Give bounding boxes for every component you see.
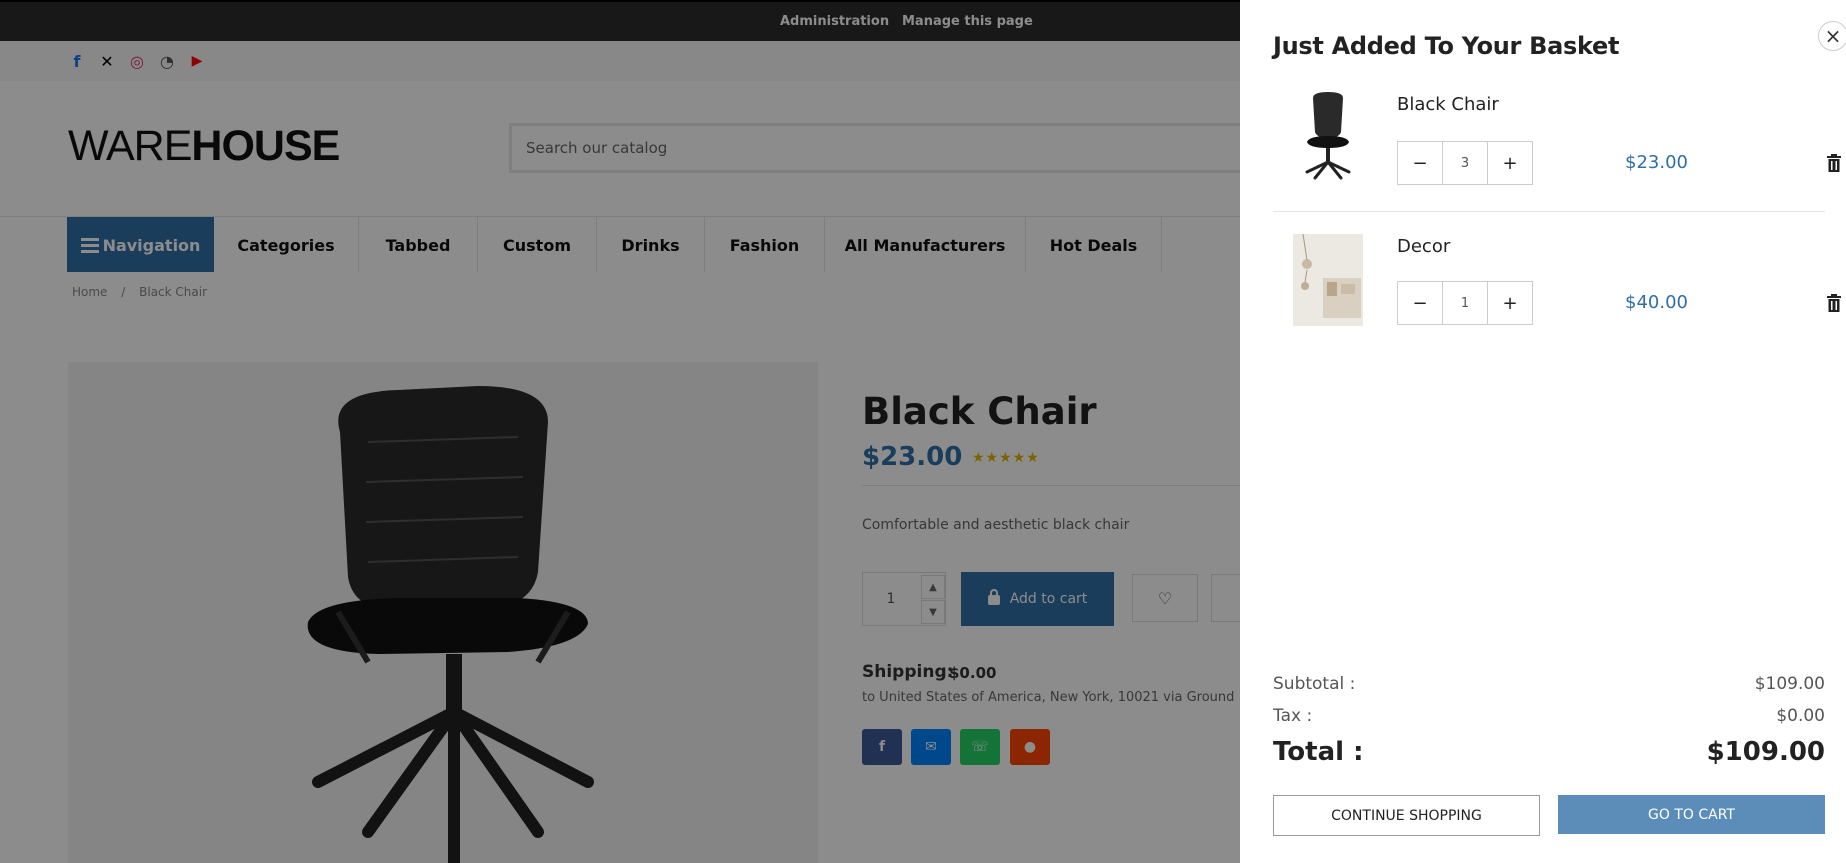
- subtotal-label: Subtotal :: [1273, 674, 1356, 694]
- basket-item: Black Chair − 3 + $23.00: [1273, 90, 1841, 212]
- chair-thumb-icon: [1305, 92, 1351, 180]
- close-icon[interactable]: ×: [1818, 21, 1846, 51]
- decor-thumb-icon: [1293, 233, 1363, 326]
- trash-svg: [1827, 294, 1841, 312]
- total-value: $109.00: [1706, 737, 1825, 767]
- basket-title: Just Added To Your Basket: [1273, 32, 1620, 60]
- quantity-stepper[interactable]: − 1 +: [1397, 281, 1533, 325]
- tax-label: Tax :: [1273, 706, 1313, 726]
- basket-item-image[interactable]: [1293, 90, 1363, 182]
- basket-item-price: $23.00: [1625, 152, 1688, 173]
- basket-item: Decor − 1 + $40.00: [1273, 230, 1841, 340]
- trash-svg: [1827, 154, 1841, 172]
- go-to-cart-button[interactable]: GO TO CART: [1558, 795, 1825, 834]
- basket-item-price: $40.00: [1625, 292, 1688, 313]
- basket-panel: Just Added To Your Basket × Black Chair …: [1240, 0, 1846, 863]
- increase-button[interactable]: +: [1487, 282, 1532, 324]
- quantity-stepper[interactable]: − 3 +: [1397, 141, 1533, 185]
- continue-shopping-button[interactable]: CONTINUE SHOPPING: [1273, 795, 1540, 836]
- total-row: Total : $109.00: [1273, 737, 1825, 767]
- trash-icon[interactable]: [1826, 294, 1842, 312]
- quantity-value[interactable]: 1: [1443, 282, 1487, 324]
- basket-item-name: Decor: [1397, 236, 1451, 257]
- tax-value: $0.00: [1776, 706, 1825, 726]
- increase-button[interactable]: +: [1487, 142, 1532, 184]
- subtotal-row: Subtotal : $109.00: [1273, 674, 1825, 694]
- tax-row: Tax : $0.00: [1273, 706, 1825, 726]
- decrease-button[interactable]: −: [1398, 282, 1443, 324]
- total-label: Total :: [1273, 737, 1364, 767]
- trash-icon[interactable]: [1826, 154, 1842, 172]
- quantity-value[interactable]: 3: [1443, 142, 1487, 184]
- basket-item-name: Black Chair: [1397, 94, 1499, 115]
- decrease-button[interactable]: −: [1398, 142, 1443, 184]
- basket-item-image[interactable]: [1293, 233, 1363, 326]
- subtotal-value: $109.00: [1754, 674, 1825, 694]
